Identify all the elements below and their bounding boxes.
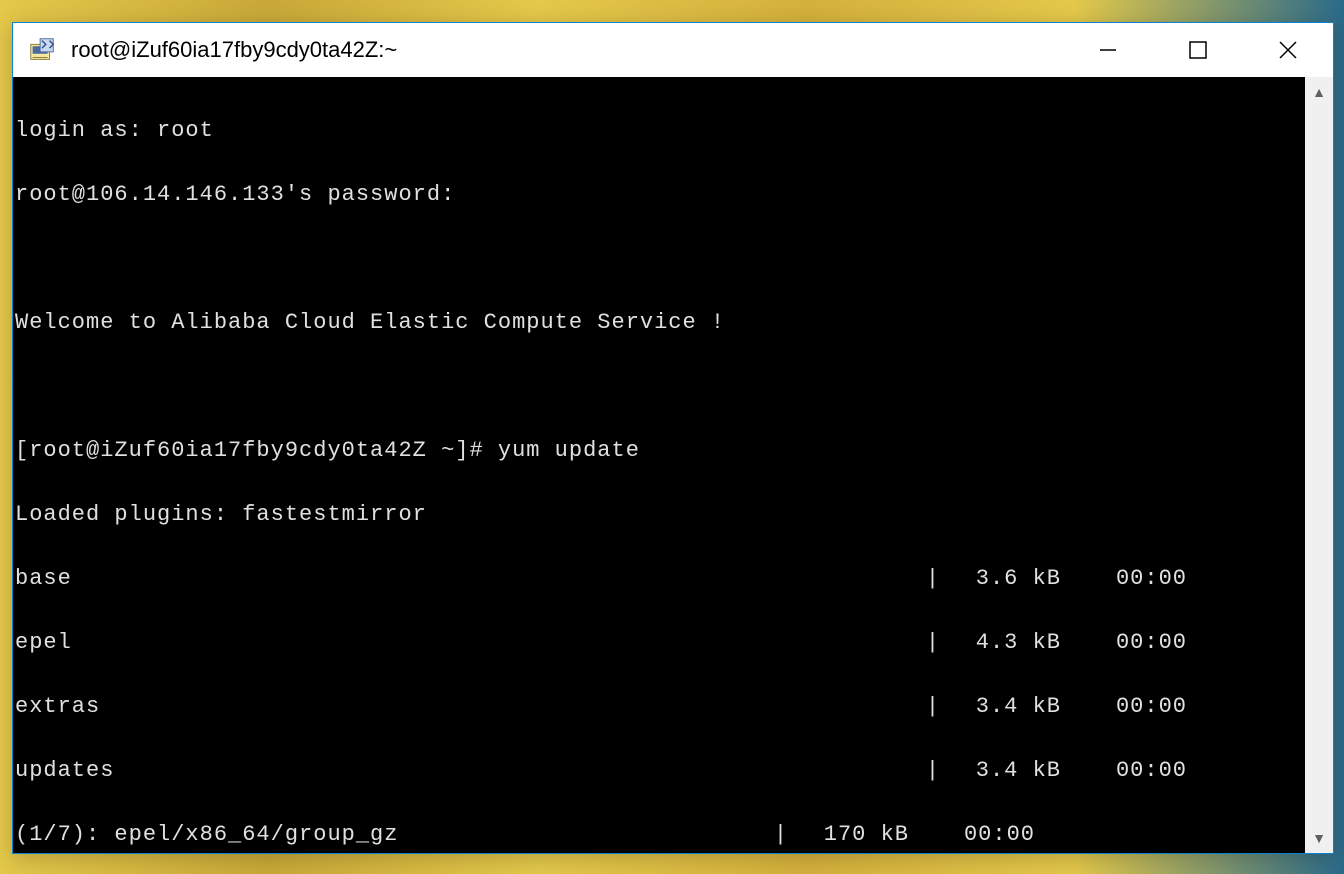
terminal-line [15, 243, 1305, 275]
terminal-line: [root@iZuf60ia17fby9cdy0ta42Z ~]# yum up… [15, 435, 1305, 467]
putty-window: root@iZuf60ia17fby9cdy0ta42Z:~ login as:… [12, 22, 1334, 854]
scroll-down-icon[interactable]: ▼ [1312, 831, 1326, 845]
scrollbar[interactable]: ▲ ▼ [1305, 77, 1333, 853]
titlebar[interactable]: root@iZuf60ia17fby9cdy0ta42Z:~ [13, 23, 1333, 77]
terminal-line: Loaded plugins: fastestmirror [15, 499, 1305, 531]
repo-line: base|3.6 kB00:00 [15, 563, 1305, 595]
repo-line: updates|3.4 kB00:00 [15, 755, 1305, 787]
scroll-up-icon[interactable]: ▲ [1312, 85, 1326, 99]
putty-icon [27, 35, 57, 65]
window-title: root@iZuf60ia17fby9cdy0ta42Z:~ [71, 37, 1063, 63]
terminal[interactable]: login as: root root@106.14.146.133's pas… [13, 77, 1305, 853]
terminal-line: Welcome to Alibaba Cloud Elastic Compute… [15, 307, 1305, 339]
terminal-line [15, 371, 1305, 403]
download-line: (1/7): epel/x86_64/group_gz|170 kB00:00 [15, 819, 1305, 851]
terminal-line: root@106.14.146.133's password: [15, 179, 1305, 211]
repo-line: extras|3.4 kB00:00 [15, 691, 1305, 723]
terminal-wrap: login as: root root@106.14.146.133's pas… [13, 77, 1333, 853]
minimize-button[interactable] [1063, 23, 1153, 77]
maximize-button[interactable] [1153, 23, 1243, 77]
repo-line: epel|4.3 kB00:00 [15, 627, 1305, 659]
terminal-line: login as: root [15, 115, 1305, 147]
window-controls [1063, 23, 1333, 77]
close-button[interactable] [1243, 23, 1333, 77]
